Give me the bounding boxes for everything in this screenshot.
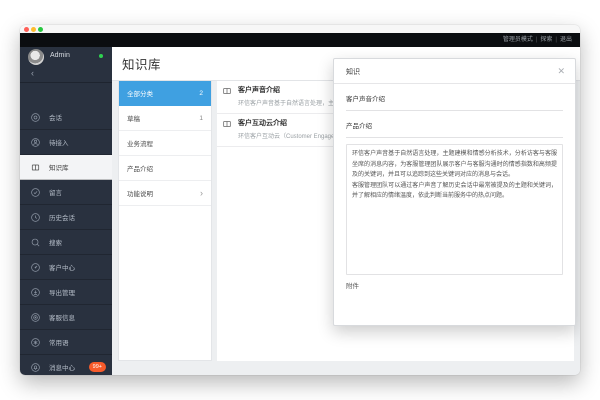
sidebar-item-agent-info[interactable]: 客服信息: [20, 305, 112, 330]
close-icon[interactable]: ✕: [557, 65, 565, 77]
category-list: 全部分类 2 草稿 1 业务流程 产品介绍 功能说明 ›: [118, 81, 212, 361]
download-icon: [30, 287, 41, 298]
category-feature-guide[interactable]: 功能说明 ›: [119, 181, 211, 206]
target-icon: [30, 312, 41, 323]
knowledge-content-textarea[interactable]: 环信客户声音基于自然语言处理，主题建模和情感分析技术，分析访客与客服坐席的消息内…: [346, 144, 563, 275]
sidebar: Admin ‹ 会话 待接入 知识库 留言: [20, 47, 112, 375]
category-business-process[interactable]: 业务流程: [119, 131, 211, 156]
asterisk-icon: [30, 337, 41, 348]
book-icon: [222, 86, 232, 96]
sidebar-item-notification-center[interactable]: 消息中心 99+: [20, 355, 112, 375]
admin-mode-link[interactable]: 管理员模式: [503, 33, 533, 47]
knowledge-category-field[interactable]: 产品介绍: [346, 111, 563, 138]
zoom-window-button[interactable]: [38, 27, 43, 32]
sidebar-item-label: 待接入: [49, 137, 69, 147]
unread-count-badge: 99+: [89, 362, 106, 372]
desktop-background: 管理员模式 | 探索 | 退出 Admin ‹ 会话 待接入: [0, 0, 600, 400]
category-label: 产品介绍: [127, 163, 153, 173]
sidebar-item-label: 客户中心: [49, 262, 75, 272]
sidebar-item-history[interactable]: 历史会话: [20, 205, 112, 230]
person-icon: [30, 137, 41, 148]
category-label: 功能说明: [127, 188, 153, 198]
category-drafts[interactable]: 草稿 1: [119, 106, 211, 131]
sidebar-item-queue[interactable]: 待接入: [20, 130, 112, 155]
sidebar-item-canned-replies[interactable]: 常用语: [20, 330, 112, 355]
sidebar-item-label: 常用语: [49, 337, 69, 347]
gauge-icon: [30, 262, 41, 273]
category-label: 全部分类: [127, 88, 153, 98]
link-separator: |: [536, 37, 538, 43]
window-titlebar: [20, 25, 580, 33]
article-title: 客户互动云介绍: [238, 118, 287, 128]
category-count: 1: [199, 115, 203, 122]
close-window-button[interactable]: [24, 27, 29, 32]
panel-header: 知识 ✕: [334, 59, 575, 84]
knowledge-detail-panel: 知识 ✕ 客户声音介绍 产品介绍 环信客户声音基于自然语言处理，主题建模和情感分…: [333, 58, 576, 326]
page-title: 知识库: [122, 54, 161, 73]
article-title: 客户声音介绍: [238, 85, 280, 95]
category-product-intro[interactable]: 产品介绍: [119, 156, 211, 181]
app-window: 管理员模式 | 探索 | 退出 Admin ‹ 会话 待接入: [20, 25, 580, 375]
category-all[interactable]: 全部分类 2: [119, 81, 211, 106]
check-note-icon: [30, 187, 41, 198]
top-admin-bar: 管理员模式 | 探索 | 退出: [20, 33, 580, 47]
sidebar-item-knowledge-base[interactable]: 知识库: [20, 155, 112, 180]
sidebar-item-search[interactable]: 搜索: [20, 230, 112, 255]
sidebar-item-label: 消息中心: [49, 362, 75, 372]
category-label: 业务流程: [127, 138, 153, 148]
username: Admin: [50, 52, 70, 59]
collapse-sidebar-icon[interactable]: ‹: [31, 67, 34, 79]
sidebar-item-messages[interactable]: 留言: [20, 180, 112, 205]
bell-icon: [30, 362, 41, 373]
clock-icon: [30, 212, 41, 223]
content-paragraph: 环信客户声音基于自然语言处理，主题建模和情感分析技术，分析访客与客服坐席的消息内…: [352, 149, 557, 181]
panel-title: 知识: [346, 67, 360, 77]
category-label: 草稿: [127, 113, 140, 123]
attachment-label: 附件: [346, 280, 563, 290]
link-separator: |: [555, 37, 557, 43]
category-count: 2: [199, 90, 203, 97]
sidebar-item-label: 历史会话: [49, 212, 75, 222]
user-box: Admin ‹: [20, 47, 112, 83]
explore-link[interactable]: 探索: [540, 33, 552, 47]
sidebar-item-label: 留言: [49, 187, 62, 197]
search-icon: [30, 237, 41, 248]
avatar[interactable]: [28, 49, 44, 65]
book-icon: [222, 119, 232, 129]
sidebar-item-customer-center[interactable]: 客户中心: [20, 255, 112, 280]
book-icon: [30, 162, 41, 173]
chevron-right-icon: ›: [200, 188, 203, 198]
sidebar-item-label: 导出管理: [49, 287, 75, 297]
sidebar-item-label: 搜索: [49, 237, 62, 247]
knowledge-title-field[interactable]: 客户声音介绍: [346, 84, 563, 111]
sidebar-nav: 会话 待接入 知识库 留言 历史会话: [20, 105, 112, 375]
sidebar-item-label: 知识库: [49, 162, 69, 172]
online-status-dot: [99, 54, 103, 58]
sidebar-item-label: 客服信息: [49, 312, 75, 322]
minimize-window-button[interactable]: [31, 27, 36, 32]
logout-link[interactable]: 退出: [560, 33, 572, 47]
sidebar-item-export[interactable]: 导出管理: [20, 280, 112, 305]
chat-icon: [30, 112, 41, 123]
content-paragraph: 客服管理团队可以通过客户声音了解历史会话中最常被提及的主题和关键词，并了解相应的…: [352, 181, 557, 202]
sidebar-item-sessions[interactable]: 会话: [20, 105, 112, 130]
sidebar-item-label: 会话: [49, 112, 62, 122]
